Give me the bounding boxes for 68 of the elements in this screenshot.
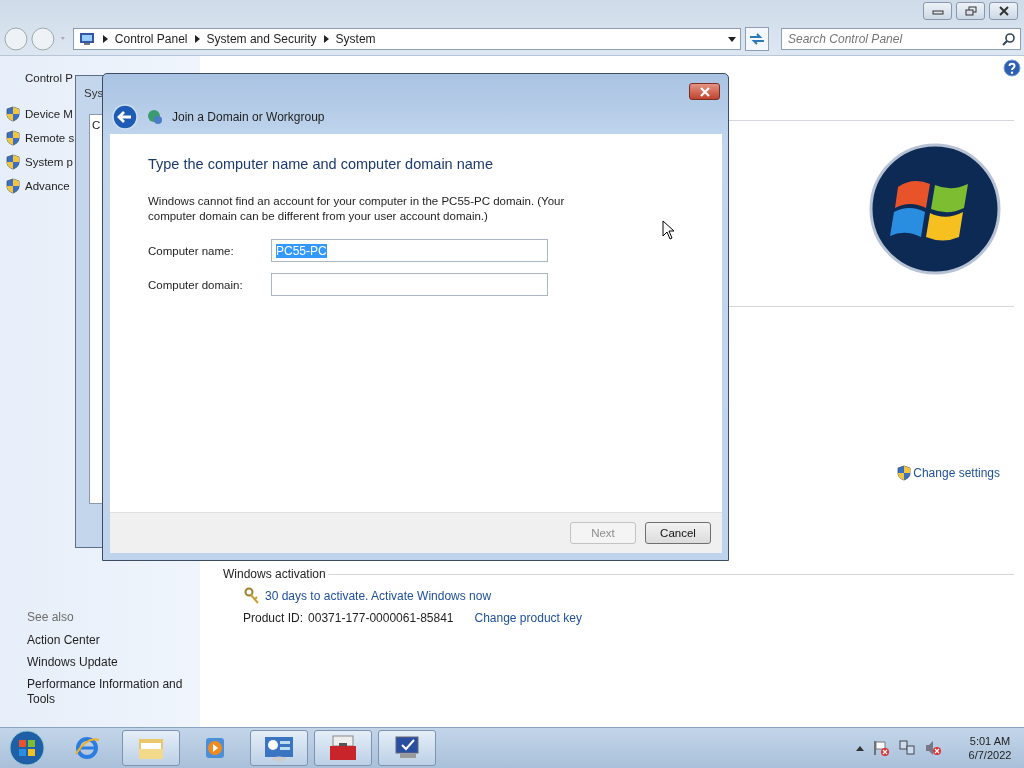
breadcrumb-item[interactable]: Control Panel <box>114 32 188 46</box>
shield-icon <box>6 178 20 194</box>
breadcrumb-item[interactable]: System <box>335 32 376 46</box>
clock-time[interactable]: 5:01 AM <box>969 735 1011 747</box>
close-icon <box>698 86 711 97</box>
field-label: Computer domain: <box>148 278 244 291</box>
sidebar-link[interactable]: Windows Update <box>27 655 192 670</box>
flag-error-icon[interactable] <box>872 739 890 757</box>
network-icon[interactable] <box>898 739 916 757</box>
sidebar-link[interactable]: Advance <box>25 180 70 192</box>
sidebar-link[interactable]: Performance Information and Tools <box>27 677 192 707</box>
dialog-button[interactable]: Cancel <box>645 522 711 544</box>
sidebar-link[interactable]: System p <box>25 156 73 168</box>
taskbar-button[interactable] <box>314 730 372 766</box>
browser-icon <box>73 734 101 762</box>
breadcrumb-item[interactable]: System and Security <box>206 32 317 46</box>
dialog-title: Join a Domain or Workgroup <box>172 110 325 124</box>
search-field[interactable]: Search Control Panel <box>781 28 1021 50</box>
dialog-title: Sys <box>83 86 105 99</box>
shield-icon <box>6 130 20 146</box>
activate-link[interactable]: 30 days to activate. Activate Windows now <box>265 589 492 603</box>
panel-text: C <box>92 119 101 131</box>
taskbar-button[interactable] <box>378 730 436 766</box>
sidebar-link[interactable]: Remote s <box>25 132 75 144</box>
change-key-link[interactable]: Change product key <box>474 611 582 625</box>
help-icon[interactable] <box>1003 59 1021 77</box>
sidebar-link[interactable]: Action Center <box>27 633 192 648</box>
close-button[interactable] <box>989 2 1018 20</box>
product-id-label: Product ID: <box>243 611 304 625</box>
taskbar-button[interactable] <box>122 730 180 766</box>
product-id: 00371-177-0000061-85841 <box>308 611 454 625</box>
back-button[interactable] <box>112 104 138 130</box>
section-heading: Windows activation <box>223 567 326 581</box>
start-button[interactable] <box>8 729 46 767</box>
input-field[interactable] <box>271 273 548 296</box>
close-icon <box>997 6 1010 16</box>
speaker-muted-icon[interactable] <box>924 739 942 757</box>
chevron-icon <box>194 35 200 43</box>
sidebar-link[interactable]: Device M <box>25 108 73 120</box>
section-title: See also <box>27 610 75 624</box>
dialog-message: Windows cannot find an account for your computer in the PC55-PC domain. (Your computer domain can be different from your user account domain.) <box>148 194 566 224</box>
address-bar[interactable]: Control Panel System and Security System <box>72 28 742 50</box>
shield-icon <box>897 465 912 481</box>
change-settings-link[interactable]: Change settings <box>913 466 1000 480</box>
chevron-icon <box>102 35 108 43</box>
toolbox-icon <box>327 734 359 762</box>
show-hidden-icon[interactable] <box>856 745 864 751</box>
dropdown-icon[interactable] <box>728 36 737 42</box>
chevron-icon <box>323 35 329 43</box>
dialog-heading: Type the computer name and computer domain name <box>148 156 494 172</box>
field-label: Computer name: <box>148 244 235 257</box>
restore-button[interactable] <box>956 2 985 20</box>
refresh-icon[interactable] <box>745 27 769 51</box>
minimize-button[interactable] <box>923 2 952 20</box>
taskbar-button[interactable] <box>250 730 308 766</box>
control-panel-icon <box>263 734 295 762</box>
restore-icon <box>964 6 977 16</box>
close-button[interactable] <box>689 83 720 100</box>
clock-date[interactable]: 6/7/2022 <box>968 749 1012 761</box>
shield-icon <box>6 154 20 170</box>
computer-icon <box>77 32 96 46</box>
windows-orb-icon <box>868 142 1002 276</box>
cursor-icon <box>662 220 676 240</box>
minimize-icon <box>931 7 944 15</box>
shield-icon <box>6 106 20 122</box>
network-globe-icon <box>146 108 164 126</box>
search-icon <box>1002 32 1016 46</box>
field-value: PC55-PC <box>276 243 327 258</box>
